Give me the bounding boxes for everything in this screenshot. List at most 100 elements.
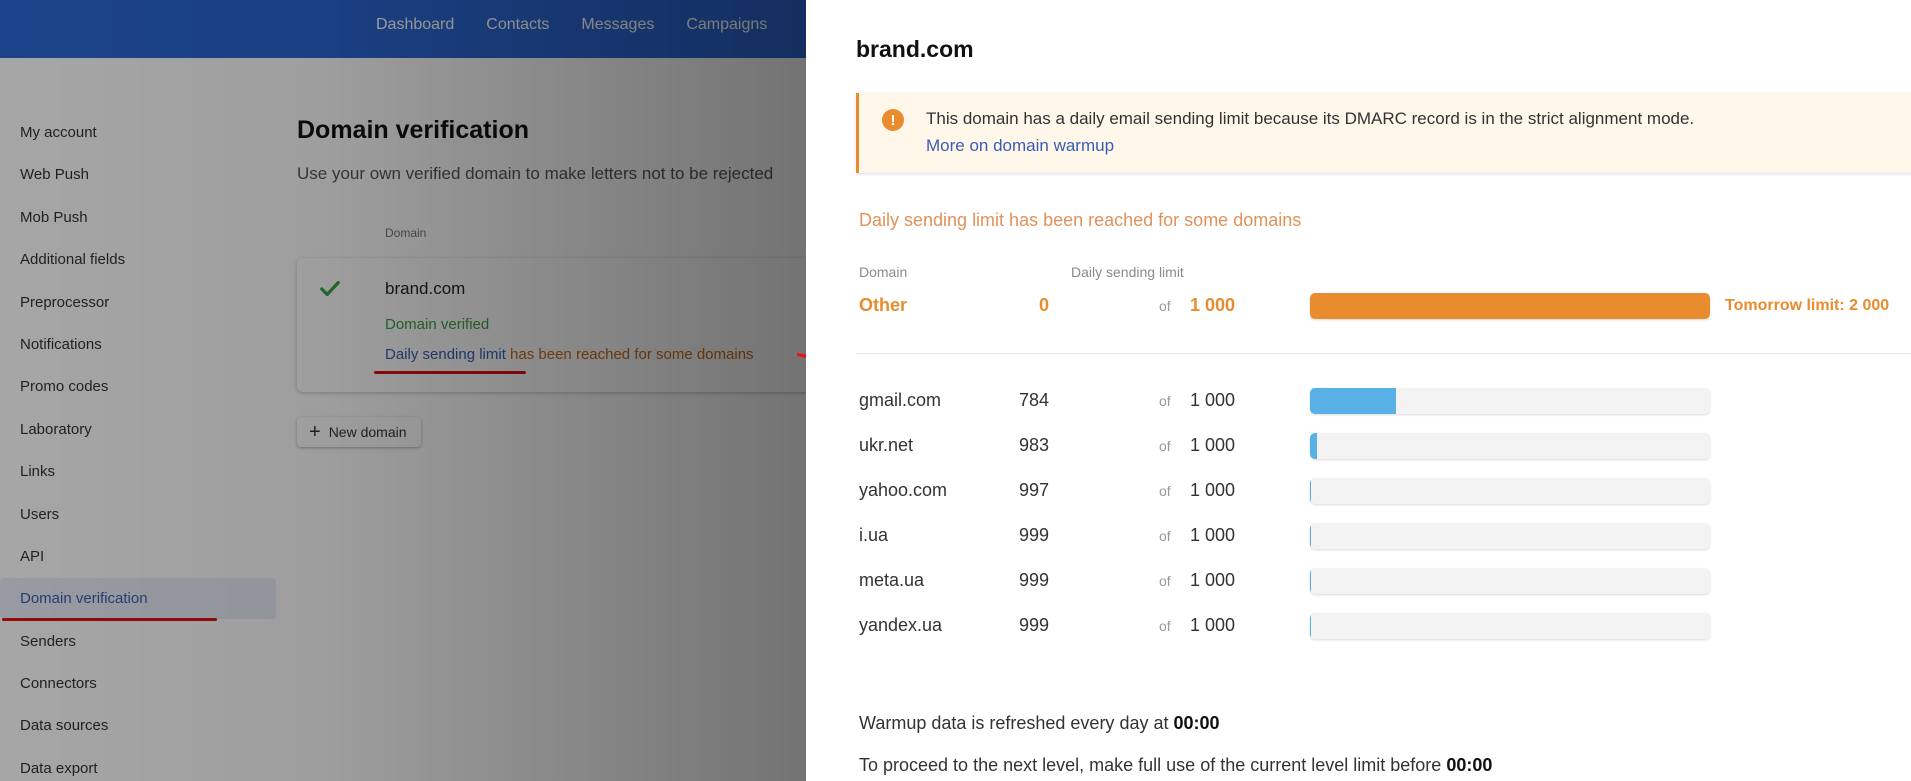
annotation-underline-sidebar (2, 618, 217, 621)
limit-row: yandex.ua 999 of 1 000 (859, 611, 1909, 641)
limit-row: i.ua 999 of 1 000 (859, 521, 1909, 551)
row-domain: i.ua (859, 525, 889, 545)
column-header-domain: Domain (859, 264, 908, 280)
settings-sidebar: My account Web Push Mob Push Additional … (0, 58, 280, 781)
row-used: 999 (1018, 570, 1049, 590)
sidebar-item-data-export[interactable]: Data export (0, 748, 276, 781)
domain-warmup-link[interactable]: More on domain warmup (926, 136, 1114, 156)
row-limit: 1 000 (1190, 525, 1236, 545)
warning-icon: ! (882, 109, 904, 131)
page-subtitle: Use your own verified domain to make let… (297, 164, 774, 183)
row-domain: gmail.com (859, 390, 942, 410)
limit-row: yahoo.com 997 of 1 000 (859, 476, 1909, 506)
row-used: 997 (1018, 480, 1049, 500)
row-of: of (1159, 573, 1171, 589)
sidebar-item-api[interactable]: API (0, 536, 276, 577)
plus-icon: + (309, 421, 321, 443)
row-domain: yahoo.com (859, 480, 948, 500)
proceed-note-text: To proceed to the next level, make full … (859, 755, 1447, 775)
sidebar-item-mob-push[interactable]: Mob Push (0, 197, 276, 238)
column-header-daily-limit: Daily sending limit (1071, 264, 1184, 280)
daily-limit-status: Daily sending limit has been reached for… (385, 346, 754, 363)
nav-contacts[interactable]: Contacts (486, 16, 549, 34)
card-domain-name: brand.com (385, 279, 466, 298)
limit-progress-bar (1310, 388, 1710, 414)
check-icon (320, 280, 340, 297)
limit-row: meta.ua 999 of 1 000 (859, 566, 1909, 596)
nav-messages[interactable]: Messages (581, 16, 654, 34)
limit-progress-fill (1310, 388, 1397, 414)
refresh-note-text: Warmup data is refreshed every day at (859, 713, 1174, 733)
limit-reached-heading: Daily sending limit has been reached for… (859, 210, 1302, 230)
row-of: of (1159, 393, 1171, 409)
page-title: Domain verification (297, 116, 529, 144)
row-used: 999 (1018, 615, 1049, 635)
sidebar-item-users[interactable]: Users (0, 494, 276, 535)
limit-progress-bar (1310, 433, 1710, 459)
sidebar-item-additional-fields[interactable]: Additional fields (0, 239, 276, 280)
row-of: of (1159, 528, 1171, 544)
row-used: 0 (1038, 295, 1049, 315)
row-of: of (1159, 438, 1171, 454)
dmarc-notice: ! This domain has a daily email sending … (856, 93, 1911, 173)
nav-dashboard[interactable]: Dashboard (376, 16, 454, 34)
panel-title: brand.com (856, 36, 974, 62)
row-used: 983 (1018, 435, 1049, 455)
tomorrow-limit: Tomorrow limit: 2 000 (1725, 297, 1890, 314)
limit-progress-bar (1310, 293, 1710, 319)
divider (856, 353, 1911, 354)
sidebar-item-laboratory[interactable]: Laboratory (0, 409, 276, 450)
proceed-time: 00:00 (1446, 755, 1493, 775)
sidebar-item-web-push[interactable]: Web Push (0, 154, 276, 195)
daily-sending-limit-link[interactable]: Daily sending limit (385, 346, 506, 363)
row-limit: 1 000 (1190, 295, 1236, 315)
row-limit: 1 000 (1190, 615, 1236, 635)
sidebar-item-notifications[interactable]: Notifications (0, 324, 276, 365)
annotation-underline-card (374, 371, 526, 374)
limit-progress-fill (1310, 433, 1317, 459)
row-of: of (1159, 298, 1171, 314)
limit-progress-bar (1310, 568, 1710, 594)
limit-progress-bar (1310, 613, 1710, 639)
limit-row-other: Other 0 of 1 000 Tomorrow limit: 2 000 (859, 291, 1909, 321)
limit-progress-bar (1310, 478, 1710, 504)
limit-progress-bar (1310, 523, 1710, 549)
refresh-note: Warmup data is refreshed every day at 00… (859, 713, 1220, 734)
row-domain: meta.ua (859, 570, 925, 590)
row-domain: yandex.ua (859, 615, 943, 635)
limit-progress-fill (1310, 293, 1710, 319)
sidebar-item-domain-verification[interactable]: Domain verification (0, 578, 276, 619)
row-domain: Other (859, 295, 908, 315)
background-app: Dashboard Contacts Messages Campaigns My… (0, 0, 806, 781)
sidebar-item-senders[interactable]: Senders (0, 621, 276, 662)
column-header-domain: Domain (385, 226, 427, 240)
limit-row: ukr.net 983 of 1 000 (859, 431, 1909, 461)
row-limit: 1 000 (1190, 480, 1236, 500)
limit-progress-fill (1310, 478, 1312, 504)
sidebar-item-preprocessor[interactable]: Preprocessor (0, 282, 276, 323)
sidebar-item-data-sources[interactable]: Data sources (0, 705, 276, 746)
row-used: 784 (1018, 390, 1049, 410)
notice-text: This domain has a daily email sending li… (926, 109, 1695, 128)
top-nav: Dashboard Contacts Messages Campaigns (376, 0, 767, 50)
sidebar-item-links[interactable]: Links (0, 451, 276, 492)
row-domain: ukr.net (859, 435, 914, 455)
nav-campaigns[interactable]: Campaigns (686, 16, 767, 34)
limit-row: gmail.com 784 of 1 000 (859, 386, 1909, 416)
row-used: 999 (1018, 525, 1049, 545)
row-of: of (1159, 618, 1171, 634)
sidebar-item-promo-codes[interactable]: Promo codes (0, 366, 276, 407)
new-domain-button[interactable]: + New domain (297, 417, 421, 447)
row-of: of (1159, 483, 1171, 499)
top-navbar: Dashboard Contacts Messages Campaigns (0, 0, 806, 58)
domain-detail-panel: brand.com ! This domain has a daily emai… (806, 0, 1911, 781)
new-domain-label: New domain (328, 424, 407, 440)
sidebar-item-my-account[interactable]: My account (0, 112, 276, 153)
sidebar-item-connectors[interactable]: Connectors (0, 663, 276, 704)
row-limit: 1 000 (1190, 435, 1236, 455)
row-limit: 1 000 (1190, 570, 1236, 590)
proceed-note: To proceed to the next level, make full … (859, 755, 1492, 776)
limit-reached-text: has been reached for some domains (505, 346, 754, 363)
domain-verified-status: Domain verified (385, 316, 490, 333)
row-limit: 1 000 (1190, 390, 1236, 410)
